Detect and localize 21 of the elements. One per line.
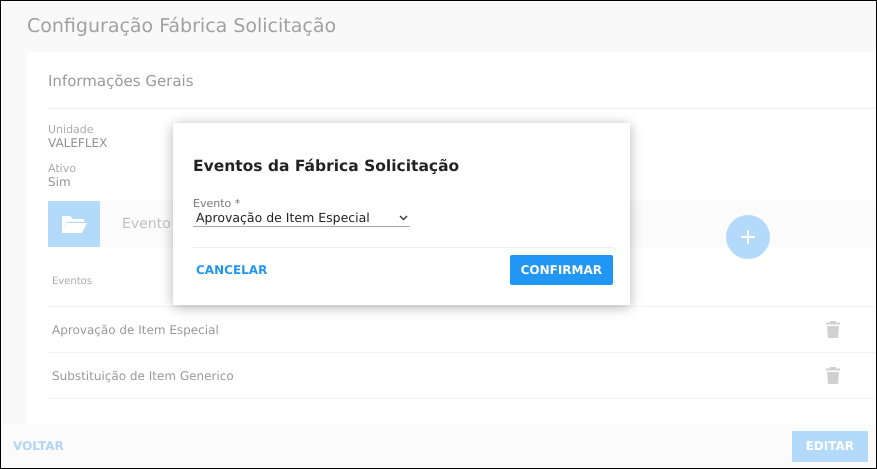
- chevron-down-icon: [399, 214, 408, 220]
- plus-icon: [740, 229, 756, 245]
- field-label: Ativo: [48, 162, 76, 175]
- table-cell: Aprovação de Item Especial: [52, 322, 219, 336]
- table-cell: Substituição de Item Generico: [52, 368, 234, 382]
- event-dropdown[interactable]: Aprovação de Item Especial: [193, 210, 410, 227]
- confirm-button[interactable]: CONFIRMAR: [510, 255, 613, 285]
- section-heading: Evento: [122, 216, 171, 232]
- section-heading: Informações Gerais: [48, 72, 876, 109]
- cancel-button[interactable]: CANCELAR: [193, 263, 270, 277]
- add-button[interactable]: [726, 215, 770, 259]
- delete-icon[interactable]: [826, 321, 840, 338]
- field-value: Sim: [48, 175, 71, 189]
- column-header: Eventos: [52, 276, 92, 287]
- delete-icon[interactable]: [826, 367, 840, 384]
- dialog-title: Eventos da Fábrica Solicitação: [193, 157, 460, 175]
- folder-icon: [60, 213, 88, 235]
- field-label: Evento *: [193, 197, 242, 210]
- field-value: VALEFLEX: [48, 136, 108, 150]
- field-label: Unidade: [48, 123, 94, 136]
- page-title: Configuração Fábrica Solicitação: [26, 14, 338, 39]
